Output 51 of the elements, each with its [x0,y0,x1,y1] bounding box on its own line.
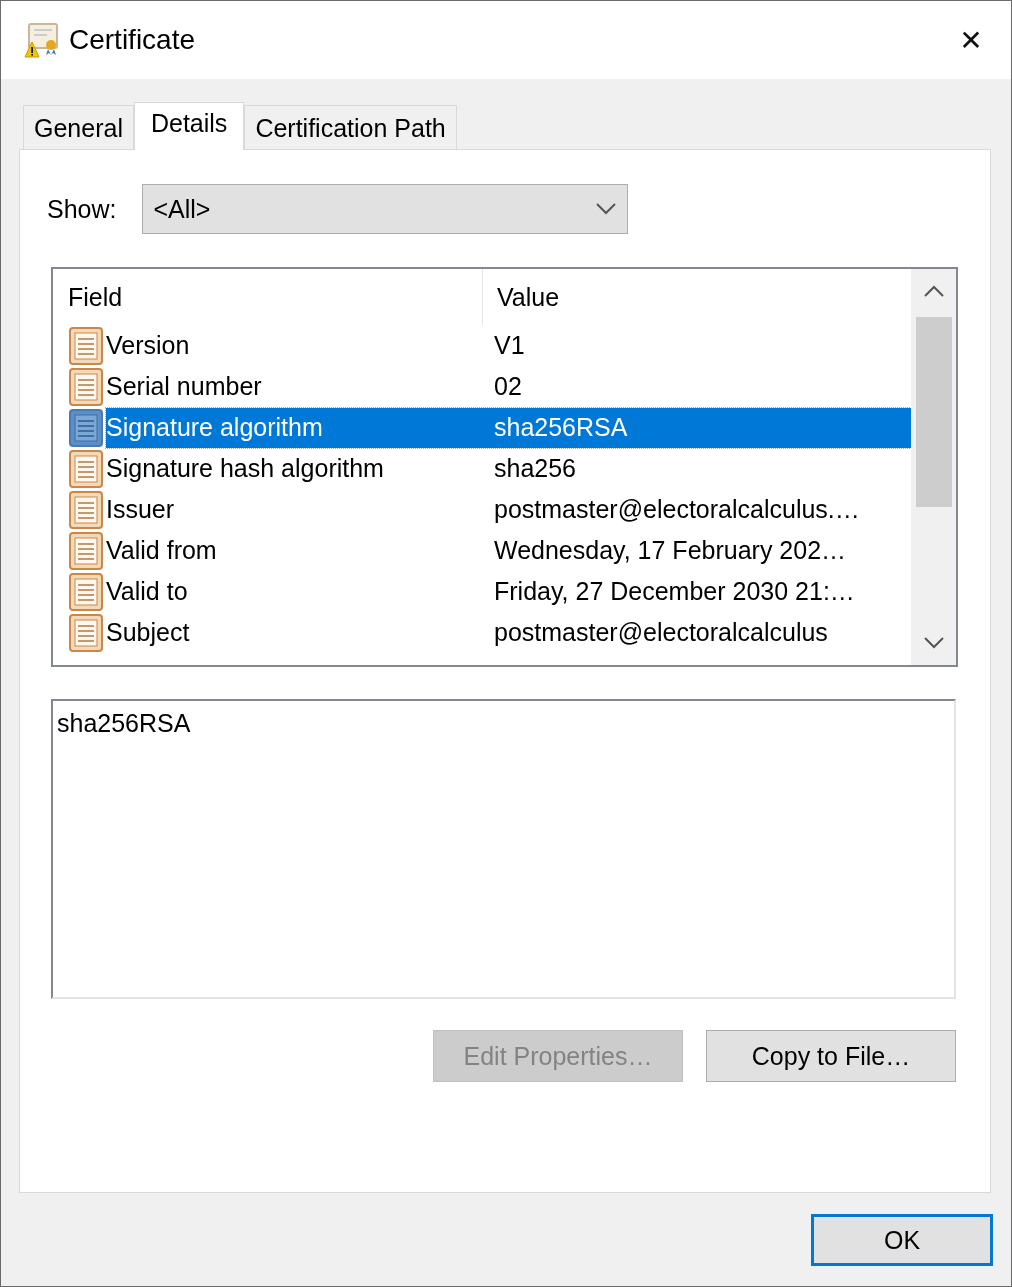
list-row[interactable]: Valid from Wednesday, 17 February 202… [106,530,911,571]
column-header[interactable]: Field [53,269,483,325]
scroll-up-icon[interactable] [922,284,945,298]
certificate-field-icon [68,530,104,571]
list-row[interactable]: Signature algorithm sha256RSA [106,407,911,448]
certificate-field-icon [68,612,104,653]
field-name: Version [106,331,191,360]
field-name: Signature algorithm [106,413,324,442]
scroll-thumb[interactable] [915,317,952,507]
scroll-down-icon[interactable] [922,636,945,650]
field-name: Issuer [106,495,176,524]
certificate-field-icon [68,407,104,448]
tab[interactable]: Details [133,102,245,150]
scrollbar[interactable] [911,269,956,665]
field-name: Signature hash algorithm [106,454,385,483]
list-row[interactable]: Issuer postmaster@electoralcalculus.… [106,489,911,530]
detail-text: sha256RSA [57,709,191,737]
list-row[interactable]: Valid to Friday, 27 December 2030 21:… [106,571,911,612]
field-name: Valid to [106,577,189,606]
field-value: V1 [494,331,525,360]
ok-button[interactable]: OK [811,1214,993,1266]
show-label: Show: [47,194,117,224]
certificate-field-icon [68,325,104,366]
list-row[interactable]: Signature hash algorithm sha256 [106,448,911,489]
field-name: Valid from [106,536,218,565]
show-dropdown[interactable]: <All> [142,184,629,234]
certificate-field-icon [68,448,104,489]
window-title: Certificate [69,24,197,56]
field-value: Friday, 27 December 2030 21:… [494,577,855,606]
field-name: Serial number [106,372,263,401]
field-value: postmaster@electoralcalculus [494,618,828,647]
tab[interactable]: General [23,105,134,149]
field-value: postmaster@electoralcalculus.… [494,495,860,524]
dropdown-chevron-icon [595,202,618,216]
certificate-field-icon [68,571,104,612]
field-value: 02 [494,372,522,401]
tab[interactable]: Certification Path [244,105,457,149]
field-value: Wednesday, 17 February 202… [494,536,847,565]
field-value: sha256 [494,454,577,483]
certificate-field-icon [68,489,104,530]
field-name: Subject [106,618,191,647]
dialog-button[interactable]: Copy to File… [706,1030,956,1082]
field-value: sha256RSA [494,413,628,442]
certificate-field-icon [68,366,104,407]
value-detail-box[interactable]: sha256RSA [51,699,956,999]
close-button[interactable]: ✕ [931,1,1011,79]
list-row[interactable]: Subject postmaster@electoralcalculus [106,612,911,653]
column-header[interactable]: Value [483,269,560,325]
certificate-warning-icon [23,21,61,59]
list-row[interactable]: Serial number 02 [106,366,911,407]
list-row[interactable]: Version V1 [106,325,911,366]
